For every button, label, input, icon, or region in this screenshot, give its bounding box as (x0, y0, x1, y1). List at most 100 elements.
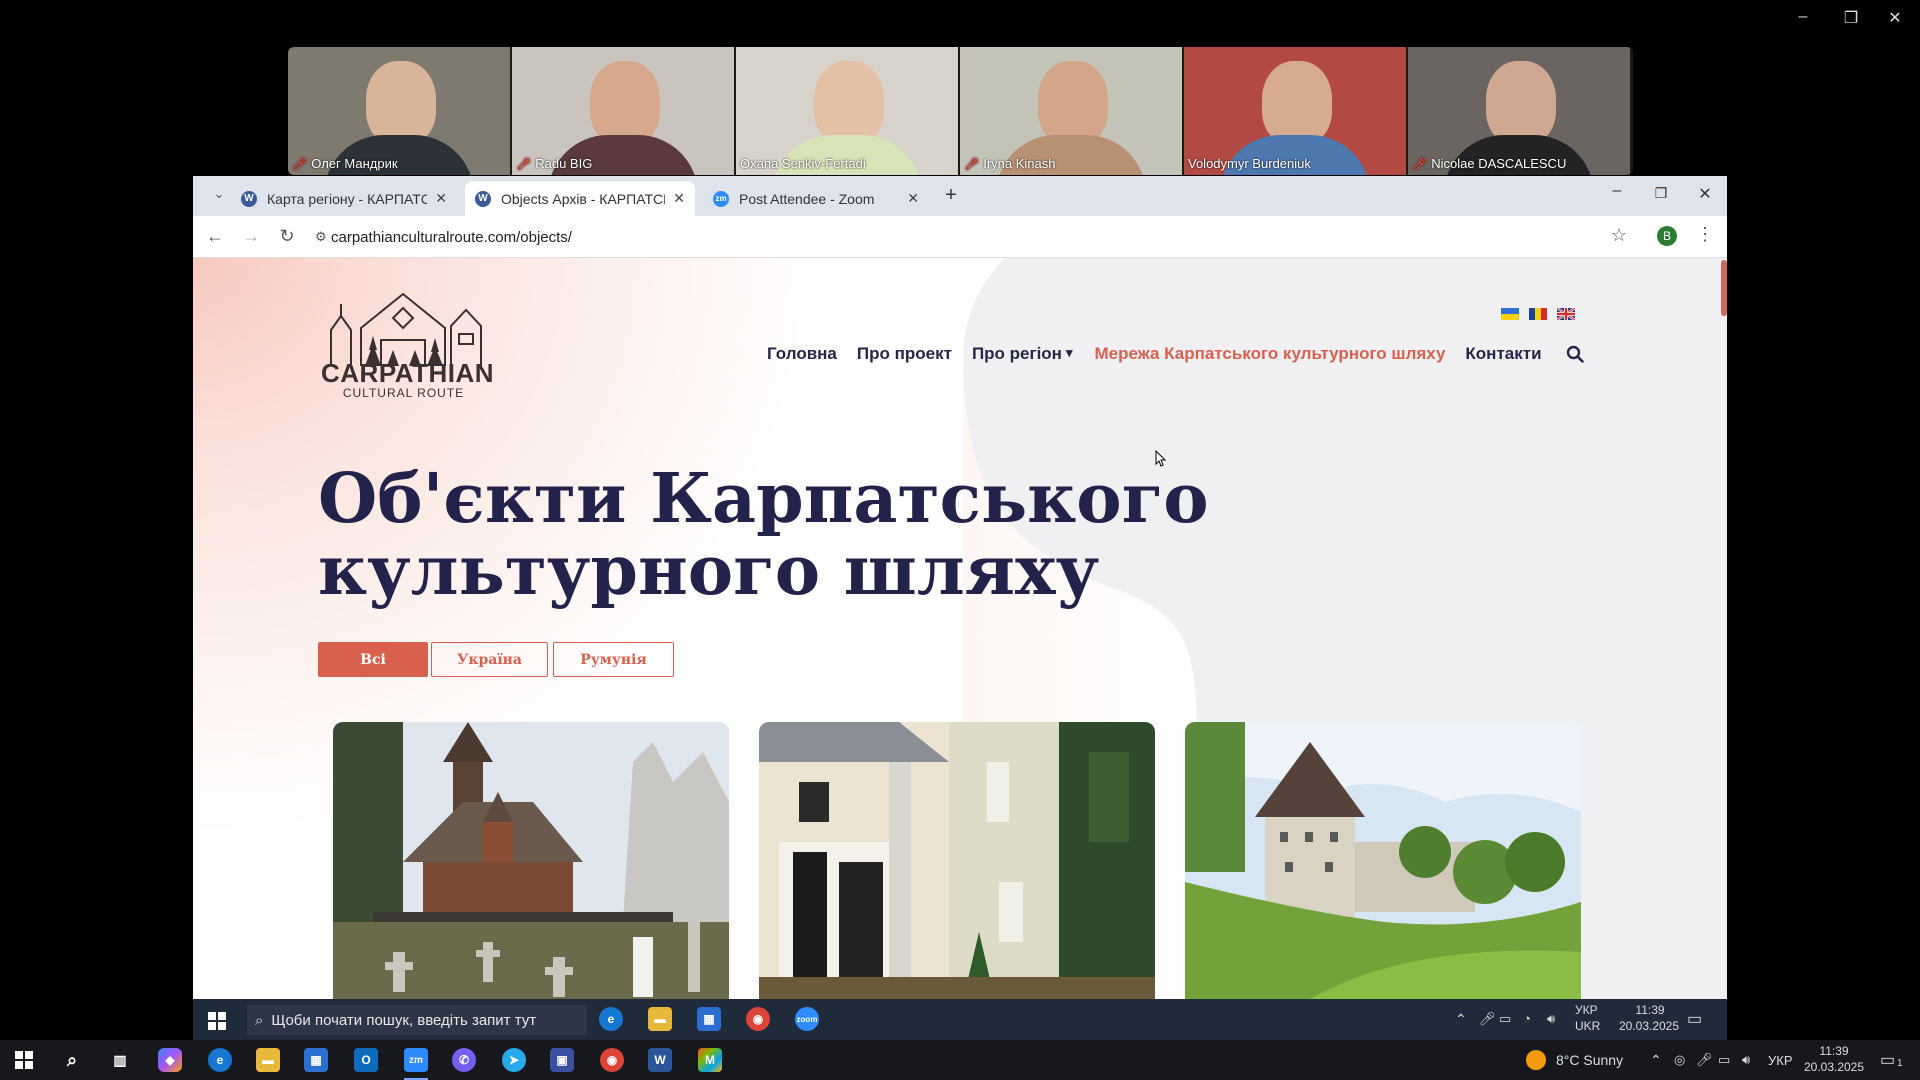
chrome-icon[interactable]: ◉ (746, 1007, 770, 1031)
site-info-icon[interactable]: ⚙ (315, 229, 327, 245)
edge-icon[interactable]: e (599, 1007, 623, 1031)
notification-center-icon[interactable]: ▭ (1687, 1009, 1702, 1029)
back-arrow-icon[interactable]: ← (203, 226, 227, 247)
file-explorer-icon[interactable]: ▬ (648, 1007, 672, 1031)
notification-center-icon[interactable]: ▭ (1880, 1050, 1895, 1070)
filter-ukraine-button[interactable]: Україна (431, 642, 548, 677)
tab-objects-archive[interactable]: W Objects Архів - КАРПАТСЬКИЙ ✕ (465, 181, 695, 216)
participant-name: Олег Мандрик (311, 156, 398, 171)
weather-text[interactable]: 8°C Sunny (1556, 1052, 1623, 1068)
language-switcher (1501, 308, 1575, 320)
video-tile[interactable]: 🎤︎ Олег Мандрик (288, 47, 510, 175)
logo-mark-icon (330, 292, 482, 366)
tray-chevron-icon[interactable]: ⌃ (1650, 1052, 1662, 1069)
clock-time[interactable]: 11:39 (1625, 1003, 1675, 1017)
microphone-icon[interactable]: 🎤︎ (1696, 1052, 1713, 1068)
zoom-icon[interactable]: zm (404, 1048, 428, 1072)
minimize-window-button[interactable]: – (1788, 8, 1818, 26)
chevron-down-icon[interactable]: ▾ (1066, 345, 1073, 365)
weather-sun-icon[interactable] (1526, 1050, 1546, 1070)
language-indicator-sub: UKR (1575, 1019, 1601, 1033)
nav-contacts[interactable]: Контакти (1465, 344, 1541, 364)
filter-all-button[interactable]: Всі (318, 642, 428, 677)
word-icon[interactable]: W (648, 1048, 672, 1072)
video-tile[interactable]: 🎤︎ Radu BIG (512, 47, 734, 175)
participant-name: Iryna Kinash (983, 156, 1056, 171)
address-bar[interactable]: ⚙ carpathianculturalroute.com/objects/ (311, 222, 1641, 252)
page-scrollbar[interactable] (1721, 260, 1727, 316)
browser-restore-button[interactable]: ❐ (1649, 185, 1673, 202)
close-tab-icon[interactable]: ✕ (435, 190, 447, 207)
close-tab-icon[interactable]: ✕ (673, 190, 685, 207)
battery-icon[interactable]: ▭ (1499, 1011, 1511, 1027)
microsoft365-icon[interactable]: M (698, 1048, 722, 1072)
nav-about-project[interactable]: Про проект (857, 344, 952, 364)
windows-start-icon[interactable] (12, 1048, 36, 1072)
meet-now-icon[interactable]: ◎ (1674, 1052, 1685, 1068)
romania-flag-icon[interactable] (1529, 308, 1547, 320)
browser-minimize-button[interactable]: – (1605, 182, 1629, 200)
participant-name: Volodymyr Burdeniuk (1188, 156, 1311, 171)
tab-search-chevron-icon[interactable]: ⌄ (207, 186, 231, 202)
nav-home[interactable]: Головна (767, 344, 837, 364)
volume-icon[interactable]: 🔊︎ (1547, 1011, 1555, 1027)
browser-close-button[interactable]: ✕ (1693, 184, 1717, 204)
video-strip: 🎤︎ Олег Мандрик 🎤︎ Radu BIG Oxana Senkiv-F… (288, 47, 1633, 175)
viber-icon[interactable]: ✆ (452, 1048, 476, 1072)
tab-region-map[interactable]: W Карта регіону - КАРПАТСЬКИЙ ✕ (231, 181, 457, 216)
ukraine-flag-icon[interactable] (1501, 308, 1519, 320)
video-tile[interactable]: 🎤︎ Iryna Kinash (960, 47, 1182, 175)
taskbar-search-box[interactable]: ⌕ Щоби почати пошук, введіть запит тут (247, 1005, 587, 1035)
new-tab-button[interactable]: + (939, 184, 963, 207)
restore-window-button[interactable]: ❐ (1836, 8, 1866, 28)
clock-time[interactable]: 11:39 (1806, 1044, 1862, 1058)
nav-network[interactable]: Мережа Карпатського культурного шляху (1094, 344, 1445, 364)
volume-icon[interactable]: 🔊︎ (1742, 1052, 1750, 1068)
task-view-icon[interactable]: ▥ (108, 1048, 132, 1072)
network-icon[interactable]: ◔ (1523, 1011, 1531, 1026)
zoom-icon[interactable]: zoom (795, 1007, 819, 1031)
nav-about-region[interactable]: Про регіон (972, 344, 1062, 364)
filter-romania-button[interactable]: Румунія (553, 642, 674, 677)
outlook-icon[interactable]: O (354, 1048, 378, 1072)
video-tile[interactable]: 🎤︎ Nicolae DASCALESCU (1408, 47, 1630, 175)
windows-start-icon[interactable] (205, 1009, 229, 1033)
reload-icon[interactable]: ↻ (275, 226, 299, 247)
tab-title: Objects Архів - КАРПАТСЬКИЙ (501, 190, 665, 207)
edge-icon[interactable]: e (208, 1048, 232, 1072)
video-tile-active-speaker[interactable]: Volodymyr Burdeniuk (1184, 47, 1406, 175)
object-card-image[interactable] (333, 722, 729, 999)
site-logo[interactable]: CARPATHIAN CULTURAL ROUTE (321, 288, 494, 400)
search-icon[interactable] (1566, 345, 1584, 363)
page-title: Об'єкти Карпатського культурного шляху (318, 459, 1209, 611)
video-tile[interactable]: Oxana Senkiv-Fertadi (736, 47, 958, 175)
profile-avatar[interactable]: B (1657, 226, 1677, 246)
wordpress-icon: W (241, 190, 257, 207)
close-tab-icon[interactable]: ✕ (907, 190, 919, 207)
participant-head (1038, 61, 1108, 145)
participant-head (814, 61, 884, 145)
forward-arrow-icon[interactable]: → (239, 226, 263, 247)
language-indicator[interactable]: УКР (1768, 1053, 1793, 1068)
object-card-image[interactable] (759, 722, 1155, 999)
chrome-icon[interactable]: ◉ (600, 1048, 624, 1072)
close-window-button[interactable]: ✕ (1880, 8, 1910, 28)
telegram-icon[interactable]: ➤ (502, 1048, 526, 1072)
tray-chevron-icon[interactable]: ⌃ (1455, 1011, 1467, 1028)
microphone-icon[interactable]: 🎤︎ (1479, 1011, 1496, 1027)
object-card-image[interactable] (1185, 722, 1581, 999)
store-icon[interactable]: ▦ (697, 1007, 721, 1031)
network-icon[interactable]: ▭ (1718, 1052, 1730, 1068)
tab-zoom-post-attendee[interactable]: zm Post Attendee - Zoom ✕ (703, 181, 929, 216)
browser-menu-icon[interactable]: ⋮ (1693, 224, 1717, 245)
save-app-icon[interactable]: ▣ (550, 1048, 574, 1072)
language-indicator[interactable]: УКР (1575, 1003, 1598, 1017)
participant-name: Nicolae DASCALESCU (1431, 156, 1567, 171)
bookmark-star-icon[interactable]: ☆ (1607, 225, 1631, 246)
search-icon[interactable]: ⌕ (60, 1048, 84, 1072)
uk-flag-icon[interactable] (1557, 308, 1575, 320)
file-explorer-icon[interactable]: ▬ (256, 1048, 280, 1072)
store-icon[interactable]: ▦ (304, 1048, 328, 1072)
copilot-icon[interactable]: ◆ (158, 1048, 182, 1072)
web-page: CARPATHIAN CULTURAL ROUTE Головна Про пр… (193, 258, 1727, 999)
